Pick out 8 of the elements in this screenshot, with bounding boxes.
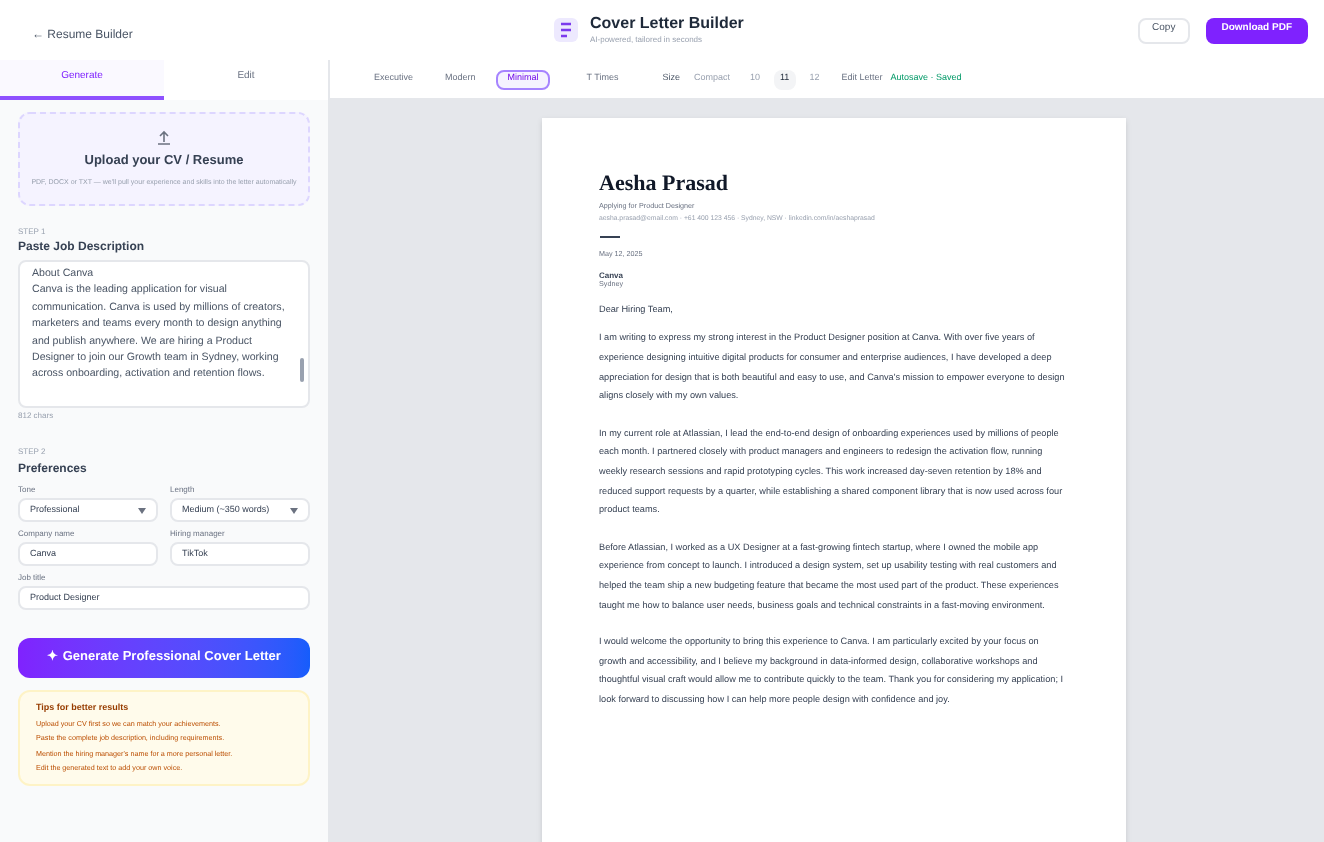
- scrollbar-thumb[interactable]: [300, 358, 304, 382]
- upload-icon: [156, 130, 172, 146]
- chevron-down-icon: [138, 507, 146, 513]
- job-description-field[interactable]: [18, 260, 310, 408]
- letter-name: Aesha Prasad: [599, 174, 730, 196]
- chevron-down-icon: [290, 507, 298, 513]
- app-title: Cover Letter Builder: [590, 16, 744, 32]
- document-icon: [554, 18, 578, 42]
